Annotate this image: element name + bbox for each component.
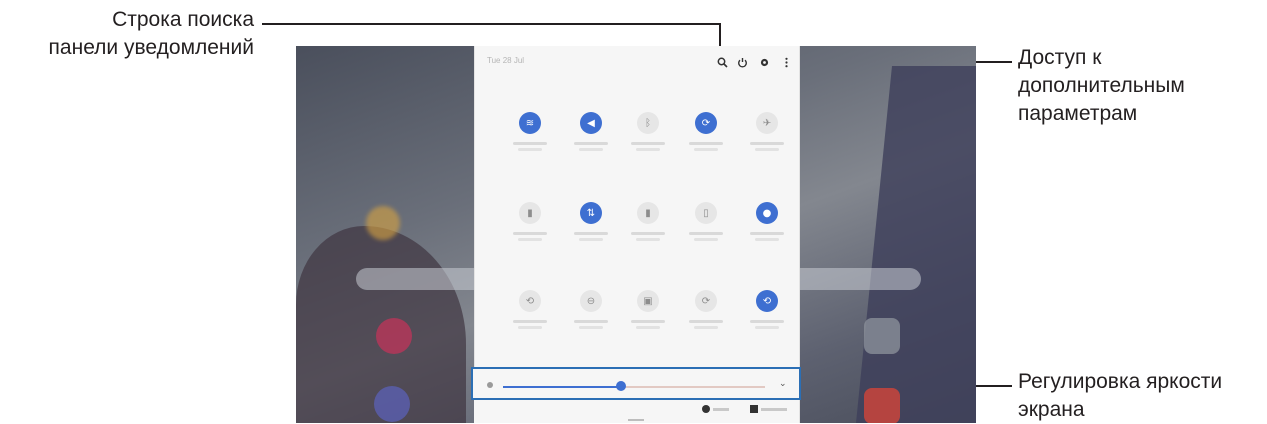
tile-label bbox=[636, 238, 660, 241]
callout-brightness: Регулировка яркости экрана bbox=[1018, 368, 1222, 424]
callout-more-options: Доступ к дополнительным параметрам bbox=[1018, 44, 1185, 128]
quick-tile-sound[interactable]: ◀ bbox=[570, 112, 614, 172]
chevron-down-icon[interactable]: ⌄ bbox=[779, 379, 789, 389]
callout-search-line2: панели уведомлений bbox=[48, 36, 254, 59]
tile-label bbox=[631, 232, 665, 235]
do-not-disturb-icon: ⊖ bbox=[580, 290, 602, 312]
quick-tile-power-saving[interactable]: ▮ bbox=[509, 202, 553, 262]
callout-more-line2: дополнительным bbox=[1018, 74, 1185, 97]
tile-label bbox=[694, 326, 718, 329]
callout-more-line1: Доступ к bbox=[1018, 46, 1102, 69]
screen-record-icon: ▯ bbox=[695, 202, 717, 224]
media-label bbox=[713, 408, 729, 411]
flashlight-icon: ▮ bbox=[637, 202, 659, 224]
brightness-slider-thumb[interactable] bbox=[616, 381, 626, 391]
tile-label bbox=[518, 238, 542, 241]
brightness-slider-fill bbox=[503, 386, 621, 388]
search-icon[interactable] bbox=[717, 57, 728, 68]
bluetooth-icon: ᛒ bbox=[637, 112, 659, 134]
devices-icon bbox=[750, 405, 758, 413]
tile-label bbox=[636, 148, 660, 151]
tile-label bbox=[694, 148, 718, 151]
airplane-mode-icon: ✈ bbox=[756, 112, 778, 134]
power-saving-icon: ▮ bbox=[519, 202, 541, 224]
media-button[interactable] bbox=[702, 405, 730, 414]
callout-search-line1: Строка поиска bbox=[112, 8, 254, 31]
callout-brightness-line1: Регулировка яркости bbox=[1018, 370, 1223, 393]
gear-icon[interactable] bbox=[759, 57, 770, 68]
drag-handle[interactable] bbox=[628, 419, 644, 421]
tile-label bbox=[755, 326, 779, 329]
screen-capture-icon: ▣ bbox=[637, 290, 659, 312]
tile-label bbox=[579, 326, 603, 329]
more-options-icon[interactable] bbox=[781, 57, 792, 68]
tile-label bbox=[689, 142, 723, 145]
devices-button[interactable] bbox=[750, 405, 790, 414]
quick-tile-wifi[interactable]: ≋ bbox=[509, 112, 553, 172]
quick-tile-mobile-data[interactable]: ⇅ bbox=[570, 202, 614, 262]
tile-label bbox=[750, 320, 784, 323]
app-icon bbox=[374, 386, 410, 422]
quick-tile-screen-record[interactable]: ▯ bbox=[685, 202, 729, 262]
panel-bottom-bar bbox=[474, 400, 798, 423]
tile-label bbox=[579, 238, 603, 241]
tile-label bbox=[689, 320, 723, 323]
app-icon bbox=[864, 388, 900, 423]
media-icon bbox=[702, 405, 710, 413]
tile-label bbox=[513, 232, 547, 235]
tile-label bbox=[750, 142, 784, 145]
refresh-icon: ⟳ bbox=[695, 290, 717, 312]
quick-tile-screen-capture[interactable]: ▣ bbox=[627, 290, 671, 350]
devices-label bbox=[761, 408, 787, 411]
wallpaper-shape bbox=[856, 66, 976, 423]
callout-search-bar: Строка поиска панели уведомлений bbox=[0, 6, 254, 62]
leader-line-search-h bbox=[262, 23, 721, 25]
tile-label bbox=[513, 320, 547, 323]
tile-label bbox=[689, 232, 723, 235]
quick-tile-auto-sync[interactable]: ⟲ bbox=[746, 290, 790, 350]
quick-tile-refresh[interactable]: ⟳ bbox=[685, 290, 729, 350]
quick-tile-bluetooth[interactable]: ᛒ bbox=[627, 112, 671, 172]
tile-label bbox=[631, 320, 665, 323]
sync-icon: ⟲ bbox=[519, 290, 541, 312]
quick-tile-location[interactable]: ● bbox=[746, 202, 790, 262]
app-icon bbox=[864, 318, 900, 354]
quick-tile-airplane-mode[interactable]: ✈ bbox=[746, 112, 790, 172]
tile-label bbox=[694, 238, 718, 241]
tile-label bbox=[574, 142, 608, 145]
auto-rotate-icon: ⟳ bbox=[695, 112, 717, 134]
tile-label bbox=[755, 238, 779, 241]
location-icon: ● bbox=[756, 202, 778, 224]
quick-tile-do-not-disturb[interactable]: ⊖ bbox=[570, 290, 614, 350]
quick-tile-sync[interactable]: ⟲ bbox=[509, 290, 553, 350]
tile-label bbox=[636, 326, 660, 329]
power-icon[interactable] bbox=[737, 57, 748, 68]
brightness-icon bbox=[487, 382, 493, 388]
tile-label bbox=[574, 320, 608, 323]
sound-icon: ◀ bbox=[580, 112, 602, 134]
weather-widget bbox=[366, 206, 400, 240]
tile-label bbox=[518, 326, 542, 329]
wifi-icon: ≋ bbox=[519, 112, 541, 134]
app-icon bbox=[376, 318, 412, 354]
brightness-slider[interactable] bbox=[503, 386, 765, 388]
tile-label bbox=[579, 148, 603, 151]
brightness-control: ⌄ bbox=[471, 367, 801, 400]
panel-date: Tue 28 Jul bbox=[487, 56, 525, 65]
tile-label bbox=[631, 142, 665, 145]
callout-more-line3: параметрам bbox=[1018, 102, 1138, 125]
tile-label bbox=[513, 142, 547, 145]
auto-sync-icon: ⟲ bbox=[756, 290, 778, 312]
tile-label bbox=[518, 148, 542, 151]
quick-tile-flashlight[interactable]: ▮ bbox=[627, 202, 671, 262]
mobile-data-icon: ⇅ bbox=[580, 202, 602, 224]
tile-label bbox=[750, 232, 784, 235]
callout-brightness-line2: экрана bbox=[1018, 398, 1085, 421]
tile-label bbox=[755, 148, 779, 151]
quick-tile-auto-rotate[interactable]: ⟳ bbox=[685, 112, 729, 172]
tile-label bbox=[574, 232, 608, 235]
